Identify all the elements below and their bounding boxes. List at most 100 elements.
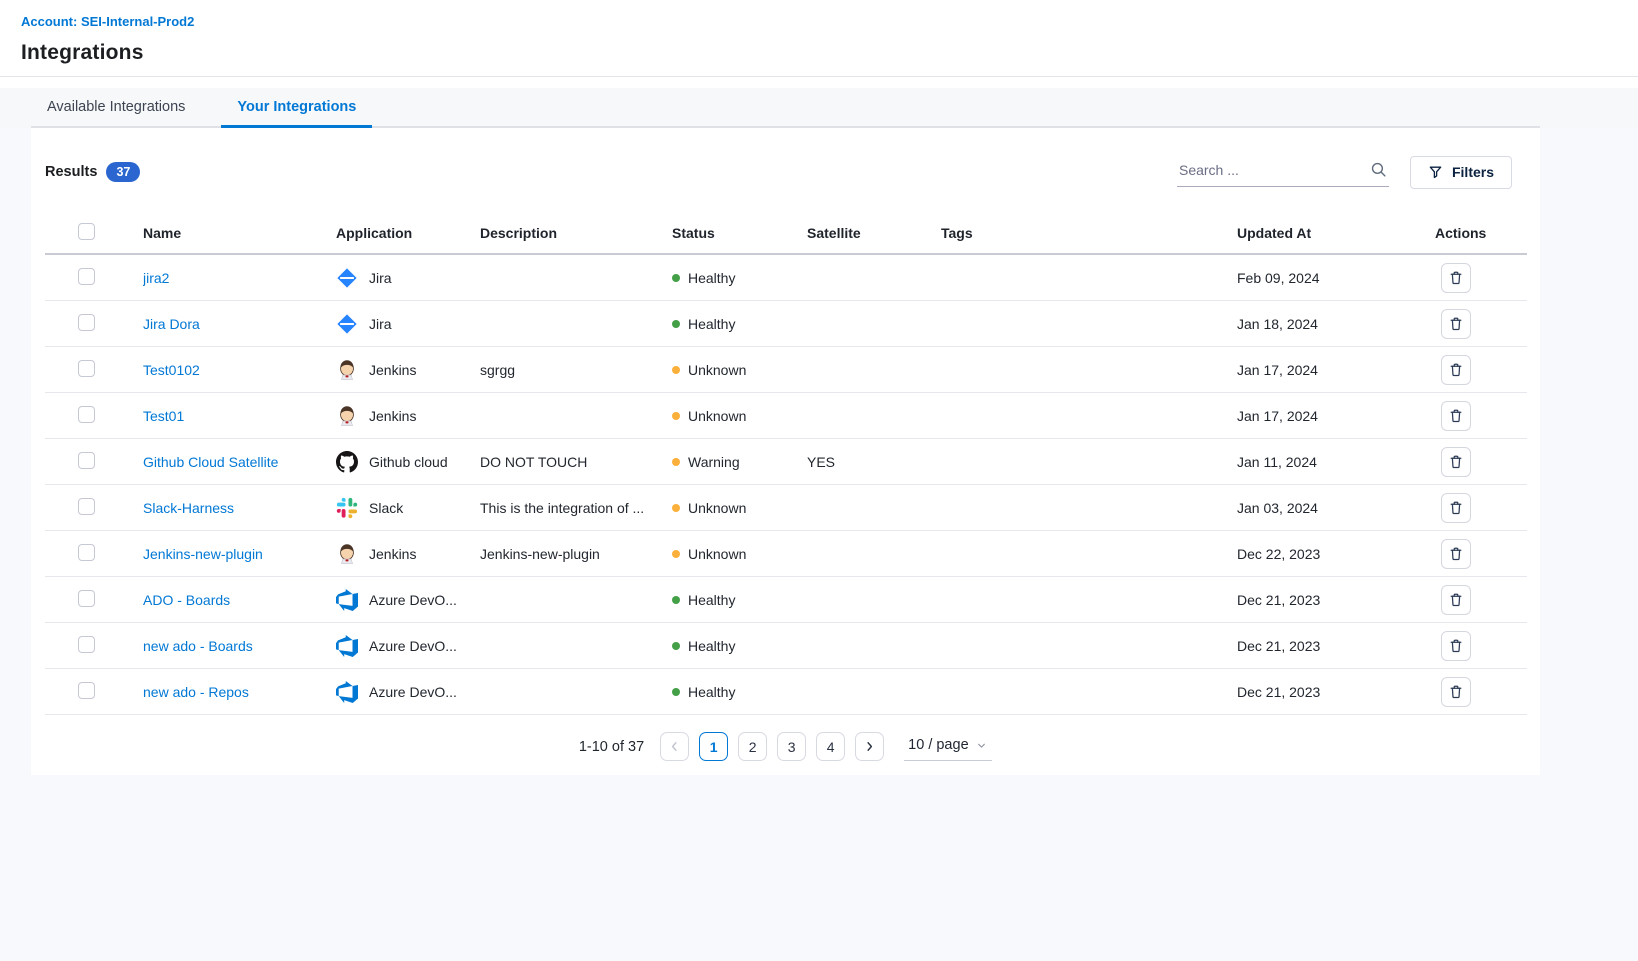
row-checkbox[interactable] <box>78 268 95 285</box>
integration-name-link[interactable]: new ado - Boards <box>143 638 253 654</box>
integration-name-link[interactable]: Test0102 <box>143 362 200 378</box>
select-all-checkbox[interactable] <box>78 223 95 240</box>
row-checkbox[interactable] <box>78 498 95 515</box>
pagination-page-1-button[interactable]: 1 <box>699 732 728 761</box>
integration-name-link[interactable]: Jira Dora <box>143 316 200 332</box>
table-row: Github Cloud Satellite Github cloud DO N… <box>45 439 1527 485</box>
delete-button[interactable] <box>1441 401 1471 431</box>
application-label: Jira <box>369 316 392 332</box>
pagination-prev-button[interactable] <box>660 732 689 761</box>
delete-button[interactable] <box>1441 677 1471 707</box>
status-dot <box>672 596 680 604</box>
tab-your-integrations[interactable]: Your Integrations <box>221 88 372 128</box>
filters-button-label: Filters <box>1452 164 1494 180</box>
application-label: Azure DevO... <box>369 684 457 700</box>
column-header-description: Description <box>480 225 672 241</box>
description-cell: sgrgg <box>480 362 672 378</box>
status-label: Healthy <box>688 638 735 654</box>
row-checkbox[interactable] <box>78 406 95 423</box>
funnel-icon <box>1428 165 1443 180</box>
trash-icon <box>1448 592 1464 608</box>
description-cell: DO NOT TOUCH <box>480 454 672 470</box>
integration-name-link[interactable]: Jenkins-new-plugin <box>143 546 263 562</box>
status-label: Healthy <box>688 684 735 700</box>
azure-devops-icon <box>336 589 358 611</box>
row-checkbox[interactable] <box>78 590 95 607</box>
status-dot <box>672 550 680 558</box>
pagination-next-button[interactable] <box>855 732 884 761</box>
account-breadcrumb-link[interactable]: Account: SEI-Internal-Prod2 <box>21 14 194 29</box>
integration-name-link[interactable]: Slack-Harness <box>143 500 234 516</box>
status-label: Unknown <box>688 500 746 516</box>
slack-icon <box>336 497 358 519</box>
header-gap <box>0 77 1638 88</box>
delete-button[interactable] <box>1441 263 1471 293</box>
delete-button[interactable] <box>1441 309 1471 339</box>
application-label: Github cloud <box>369 454 448 470</box>
trash-icon <box>1448 546 1464 562</box>
integration-name-link[interactable]: new ado - Repos <box>143 684 249 700</box>
table-row: Jenkins-new-plugin Jenkins Jenkins-new-p… <box>45 531 1527 577</box>
delete-button[interactable] <box>1441 355 1471 385</box>
trash-icon <box>1448 454 1464 470</box>
pagination-page-2-button[interactable]: 2 <box>738 732 767 761</box>
status-dot <box>672 458 680 466</box>
row-checkbox[interactable] <box>78 636 95 653</box>
pagination-page-4-button[interactable]: 4 <box>816 732 845 761</box>
column-header-updated-at: Updated At <box>1237 225 1435 241</box>
integrations-panel: Results 37 Filters Name Application Desc… <box>31 128 1540 775</box>
application-label: Jenkins <box>369 546 416 562</box>
pagination: 1-10 of 37 1 2 3 4 10 / page <box>31 732 1540 761</box>
row-checkbox[interactable] <box>78 314 95 331</box>
chevron-right-icon <box>862 739 877 754</box>
status-label: Unknown <box>688 546 746 562</box>
status-dot <box>672 274 680 282</box>
pagination-page-3-button[interactable]: 3 <box>777 732 806 761</box>
table-row: jira2 Jira Healthy Feb 09, 2024 <box>45 255 1527 301</box>
toolbar: Results 37 Filters <box>31 128 1540 188</box>
integration-name-link[interactable]: Test01 <box>143 408 184 424</box>
chevron-down-icon <box>975 739 988 752</box>
tab-available-integrations[interactable]: Available Integrations <box>31 88 201 128</box>
trash-icon <box>1448 316 1464 332</box>
table-header-row: Name Application Description Status Sate… <box>45 213 1527 255</box>
delete-button[interactable] <box>1441 631 1471 661</box>
delete-button[interactable] <box>1441 447 1471 477</box>
integration-name-link[interactable]: jira2 <box>143 270 169 286</box>
column-header-name: Name <box>143 225 336 241</box>
status-label: Warning <box>688 454 740 470</box>
row-checkbox[interactable] <box>78 360 95 377</box>
azure-devops-icon <box>336 635 358 657</box>
column-header-satellite: Satellite <box>807 225 941 241</box>
search-input[interactable] <box>1177 162 1357 182</box>
jira-icon <box>336 267 358 289</box>
integration-name-link[interactable]: ADO - Boards <box>143 592 230 608</box>
status-dot <box>672 320 680 328</box>
updated-at-cell: Feb 09, 2024 <box>1237 270 1435 286</box>
row-checkbox[interactable] <box>78 682 95 699</box>
delete-button[interactable] <box>1441 493 1471 523</box>
delete-button[interactable] <box>1441 585 1471 615</box>
delete-button[interactable] <box>1441 539 1471 569</box>
chevron-left-icon <box>667 739 682 754</box>
row-checkbox[interactable] <box>78 452 95 469</box>
jira-icon <box>336 313 358 335</box>
application-label: Azure DevO... <box>369 592 457 608</box>
table-row: new ado - Repos Azure DevO... Healthy De… <box>45 669 1527 715</box>
description-cell: This is the integration of ... <box>480 500 672 516</box>
jenkins-icon <box>336 359 358 381</box>
status-label: Healthy <box>688 592 735 608</box>
application-label: Jira <box>369 270 392 286</box>
results-count-badge: 37 <box>106 162 140 182</box>
integration-name-link[interactable]: Github Cloud Satellite <box>143 454 278 470</box>
updated-at-cell: Jan 18, 2024 <box>1237 316 1435 332</box>
updated-at-cell: Dec 21, 2023 <box>1237 638 1435 654</box>
satellite-cell: YES <box>807 454 941 470</box>
table-row: Slack-Harness Slack This is the integrat… <box>45 485 1527 531</box>
page-size-select[interactable]: 10 / page <box>904 732 992 761</box>
status-label: Unknown <box>688 408 746 424</box>
integrations-table: Name Application Description Status Sate… <box>45 213 1527 715</box>
filters-button[interactable]: Filters <box>1410 156 1512 189</box>
search-field <box>1177 157 1389 187</box>
row-checkbox[interactable] <box>78 544 95 561</box>
